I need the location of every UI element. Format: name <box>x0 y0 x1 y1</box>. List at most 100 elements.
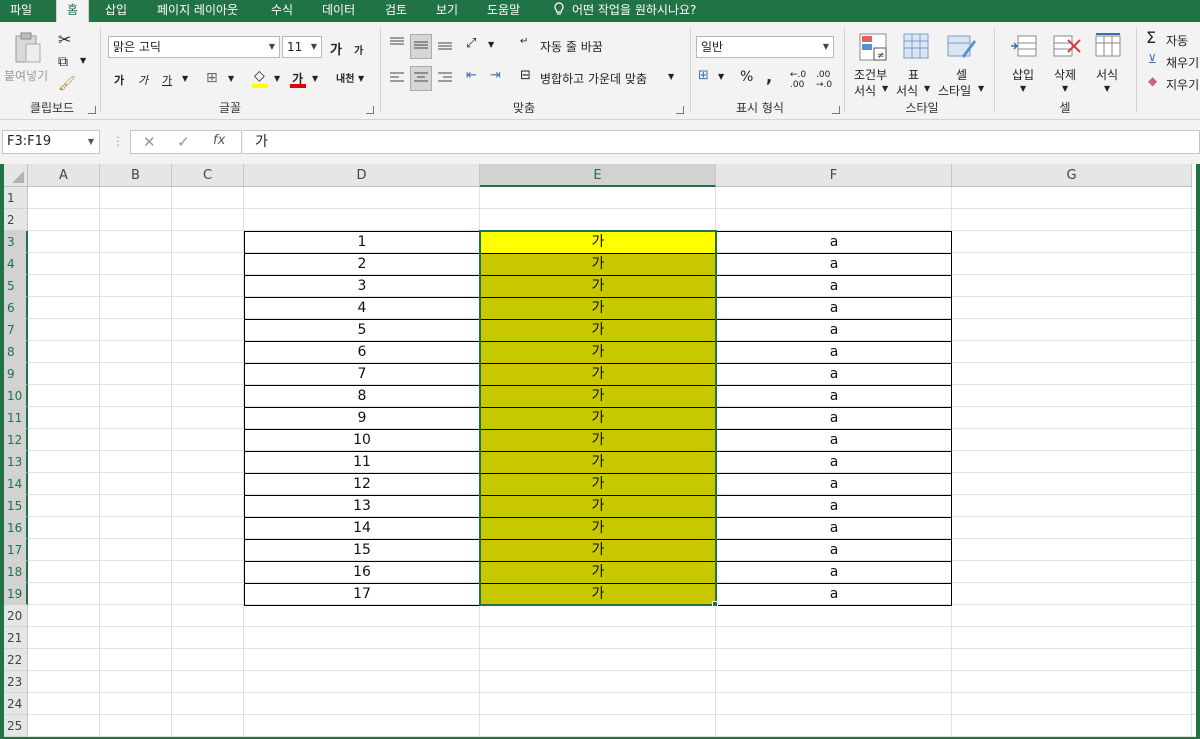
accounting-format-icon[interactable]: ⊞ <box>698 68 709 83</box>
clear-button[interactable]: 지우기 <box>1166 76 1199 93</box>
paste-button[interactable]: 붙여넣기 <box>4 67 48 84</box>
insert-function-icon[interactable]: fx <box>213 133 225 148</box>
row-header-3[interactable]: 3 <box>4 231 28 253</box>
cell-d4[interactable]: 2 <box>244 253 480 275</box>
align-middle-icon[interactable] <box>410 34 432 59</box>
underline-button[interactable]: 가 <box>162 72 172 88</box>
row-header-12[interactable]: 12 <box>4 429 28 451</box>
grow-font-button[interactable]: 가 <box>330 39 342 58</box>
cell-d9[interactable]: 7 <box>244 363 480 385</box>
row-header-8[interactable]: 8 <box>4 341 28 363</box>
bold-button[interactable]: 가 <box>114 72 124 88</box>
cell-d3[interactable]: 1 <box>244 231 480 253</box>
cell-f17[interactable]: a <box>716 539 952 561</box>
row-header-7[interactable]: 7 <box>4 319 28 341</box>
tab-data[interactable]: 데이터 <box>322 0 355 22</box>
cell-f16[interactable]: a <box>716 517 952 539</box>
row-header-11[interactable]: 11 <box>4 407 28 429</box>
wrap-text-button[interactable]: 자동 줄 바꿈 <box>540 38 603 55</box>
tab-insert[interactable]: 삽입 <box>105 0 127 22</box>
tell-me-box[interactable]: 어떤 작업을 원하시나요? <box>552 0 696 22</box>
eraser-icon[interactable]: ◆ <box>1148 74 1157 88</box>
cell-f14[interactable]: a <box>716 473 952 495</box>
fill-handle[interactable] <box>712 601 718 607</box>
align-left-icon[interactable] <box>388 68 406 89</box>
cell-f18[interactable]: a <box>716 561 952 583</box>
merge-dropdown-icon[interactable]: ▼ <box>668 72 674 81</box>
cell-styles-dropdown-icon[interactable]: ▼ <box>978 84 984 93</box>
column-header-a[interactable]: A <box>28 164 100 187</box>
paste-icon[interactable] <box>10 32 50 69</box>
insert-cells-button[interactable]: 삽입 <box>1012 66 1034 83</box>
cell-styles-button[interactable]: 셀 <box>956 66 967 83</box>
border-dropdown-icon[interactable]: ▼ <box>228 74 234 83</box>
orientation-icon[interactable]: ⤢ <box>466 36 476 51</box>
cell-f9[interactable]: a <box>716 363 952 385</box>
row-header-17[interactable]: 17 <box>4 539 28 561</box>
format-dropdown-icon[interactable]: ▼ <box>1104 84 1110 93</box>
tab-home[interactable]: 홈 <box>56 0 90 22</box>
copy-dropdown-icon[interactable]: ▼ <box>80 56 86 65</box>
row-header-19[interactable]: 19 <box>4 583 28 605</box>
row-header-25[interactable]: 25 <box>4 715 28 737</box>
comma-button[interactable]: , <box>766 67 772 86</box>
orientation-dropdown-icon[interactable]: ▼ <box>488 40 494 49</box>
cell-f11[interactable]: a <box>716 407 952 429</box>
row-header-20[interactable]: 20 <box>4 605 28 627</box>
italic-button[interactable]: 가 <box>138 72 148 88</box>
fill-button[interactable]: 채우기 <box>1166 54 1199 71</box>
cell-d7[interactable]: 5 <box>244 319 480 341</box>
cell-f7[interactable]: a <box>716 319 952 341</box>
row-header-14[interactable]: 14 <box>4 473 28 495</box>
cancel-icon[interactable]: ✕ <box>143 133 156 151</box>
row-header-10[interactable]: 10 <box>4 385 28 407</box>
insert-cells-icon[interactable] <box>1010 32 1038 63</box>
cell-d10[interactable]: 8 <box>244 385 480 407</box>
cell-f12[interactable]: a <box>716 429 952 451</box>
fill-dropdown-icon[interactable]: ▼ <box>274 74 280 83</box>
fill-color-icon[interactable]: ◇ <box>254 68 265 84</box>
copy-icon[interactable]: ⧉ <box>58 54 68 70</box>
cell-f19[interactable]: a <box>716 583 952 605</box>
fill-icon[interactable]: ⊻ <box>1148 52 1157 66</box>
cell-d17[interactable]: 15 <box>244 539 480 561</box>
align-top-icon[interactable] <box>388 34 406 55</box>
format-cells-icon[interactable] <box>1094 32 1122 63</box>
cell-d11[interactable]: 9 <box>244 407 480 429</box>
conditional-formatting-button-2[interactable]: 서식 <box>854 82 876 99</box>
worksheet-grid[interactable]: ABCDEFG 1 2 3 4 5 6 7 8 9 10 11 12 13 14 15 16 17 18 19 20 2… <box>4 164 1196 737</box>
tab-formulas[interactable]: 수식 <box>271 0 293 22</box>
delete-cells-icon[interactable] <box>1052 32 1082 63</box>
autosum-icon[interactable]: Σ <box>1146 28 1156 47</box>
cell-styles-icon[interactable] <box>946 32 976 65</box>
font-size-combo[interactable]: 11 ▼ <box>282 36 322 58</box>
format-as-table-icon[interactable] <box>902 32 932 65</box>
cell-d19[interactable]: 17 <box>244 583 480 605</box>
conditional-formatting-icon[interactable]: ≠ <box>858 32 888 65</box>
number-launcher-icon[interactable] <box>832 106 840 114</box>
row-header-1[interactable]: 1 <box>4 187 28 209</box>
cell-f15[interactable]: a <box>716 495 952 517</box>
autosum-button[interactable]: 자동 <box>1166 32 1188 49</box>
cut-icon[interactable]: ✂ <box>58 30 71 49</box>
insert-dropdown-icon[interactable]: ▼ <box>1020 84 1026 93</box>
row-header-24[interactable]: 24 <box>4 693 28 715</box>
cell-f5[interactable]: a <box>716 275 952 297</box>
column-header-c[interactable]: C <box>172 164 244 187</box>
format-as-table-button[interactable]: 표 <box>908 66 919 83</box>
tab-help[interactable]: 도움말 <box>487 0 520 22</box>
cell-f6[interactable]: a <box>716 297 952 319</box>
cell-d16[interactable]: 14 <box>244 517 480 539</box>
underline-dropdown-icon[interactable]: ▼ <box>182 74 188 83</box>
tab-file[interactable]: 파일 <box>10 0 32 22</box>
cell-f8[interactable]: a <box>716 341 952 363</box>
row-header-9[interactable]: 9 <box>4 363 28 385</box>
font-name-combo[interactable]: 맑은 고딕 ▼ <box>108 36 280 58</box>
cell-styles-button-2[interactable]: 스타일 <box>938 82 971 99</box>
align-center-icon[interactable] <box>410 66 432 91</box>
cell-f13[interactable]: a <box>716 451 952 473</box>
increase-decimal-icon[interactable]: ←.0.00 <box>790 70 806 90</box>
column-header-d[interactable]: D <box>244 164 480 187</box>
decrease-indent-icon[interactable]: ⇤ <box>466 68 477 83</box>
row-header-2[interactable]: 2 <box>4 209 28 231</box>
